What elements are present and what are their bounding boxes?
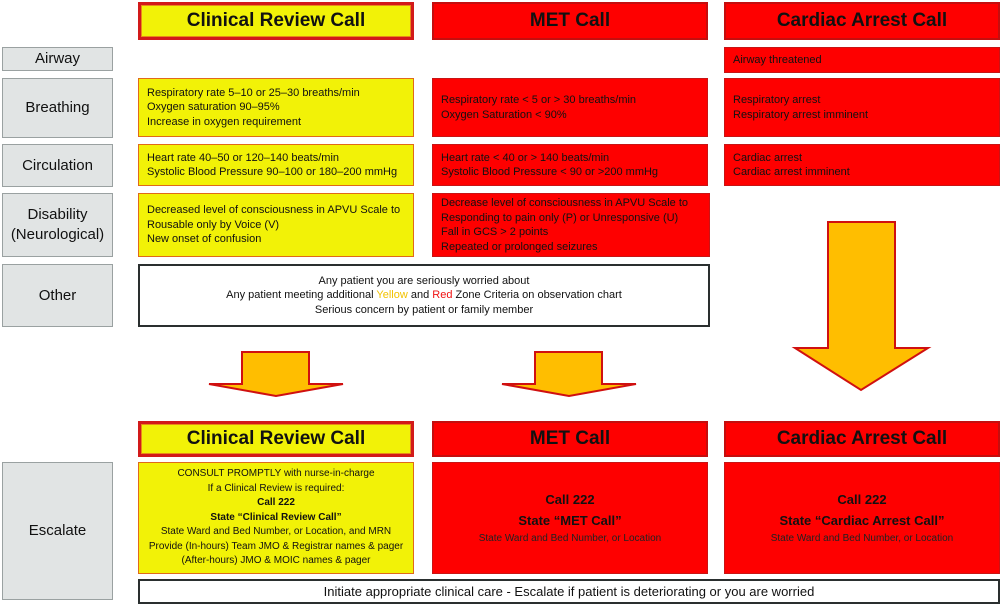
row-label-escalate: Escalate [2, 462, 113, 600]
escalate-header-met: MET Call [432, 421, 708, 457]
instruction: (After-hours) JMO & MOIC names & pager [181, 555, 371, 567]
down-arrow-icon [501, 351, 637, 398]
header-label: MET Call [529, 428, 611, 449]
instruction: State Ward and Bed Number, or Location, … [160, 526, 392, 538]
escalate-header-cardiac-arrest: Cardiac Arrest Call [724, 421, 1000, 457]
escalate-met-box: Call 222 State “MET Call” State Ward and… [432, 462, 708, 574]
call-number: Call 222 [837, 492, 887, 507]
down-arrow-icon [791, 221, 932, 392]
instruction: State Ward and Bed Number, or Location [770, 533, 954, 544]
label-text: Escalate [28, 522, 87, 539]
escalate-clinical-review-box: CONSULT PROMPTLY with nurse-in-charge If… [138, 462, 414, 574]
call-statement: State “MET Call” [518, 513, 622, 528]
call-statement: State “Clinical Review Call” [210, 511, 342, 523]
down-arrow-icon [208, 351, 344, 398]
escalate-cardiac-arrest-box: Call 222 State “Cardiac Arrest Call” Sta… [724, 462, 1000, 574]
instruction: If a Clinical Review is required: [207, 482, 345, 494]
header-label: Cardiac Arrest Call [776, 428, 948, 449]
call-number: Call 222 [257, 497, 295, 509]
instruction: Provide (In-hours) Team JMO & Registrar … [148, 540, 404, 552]
header-label: Clinical Review Call [186, 428, 366, 449]
escalate-header-clinical-review: Clinical Review Call [138, 421, 414, 457]
instruction: State Ward and Bed Number, or Location [478, 533, 662, 544]
call-statement: State “Cardiac Arrest Call” [779, 513, 945, 528]
footer-text: Initiate appropriate clinical care - Esc… [323, 584, 815, 599]
footer-instruction: Initiate appropriate clinical care - Esc… [138, 579, 1000, 604]
call-number: Call 222 [545, 492, 595, 507]
instruction: CONSULT PROMPTLY with nurse-in-charge [177, 468, 375, 480]
